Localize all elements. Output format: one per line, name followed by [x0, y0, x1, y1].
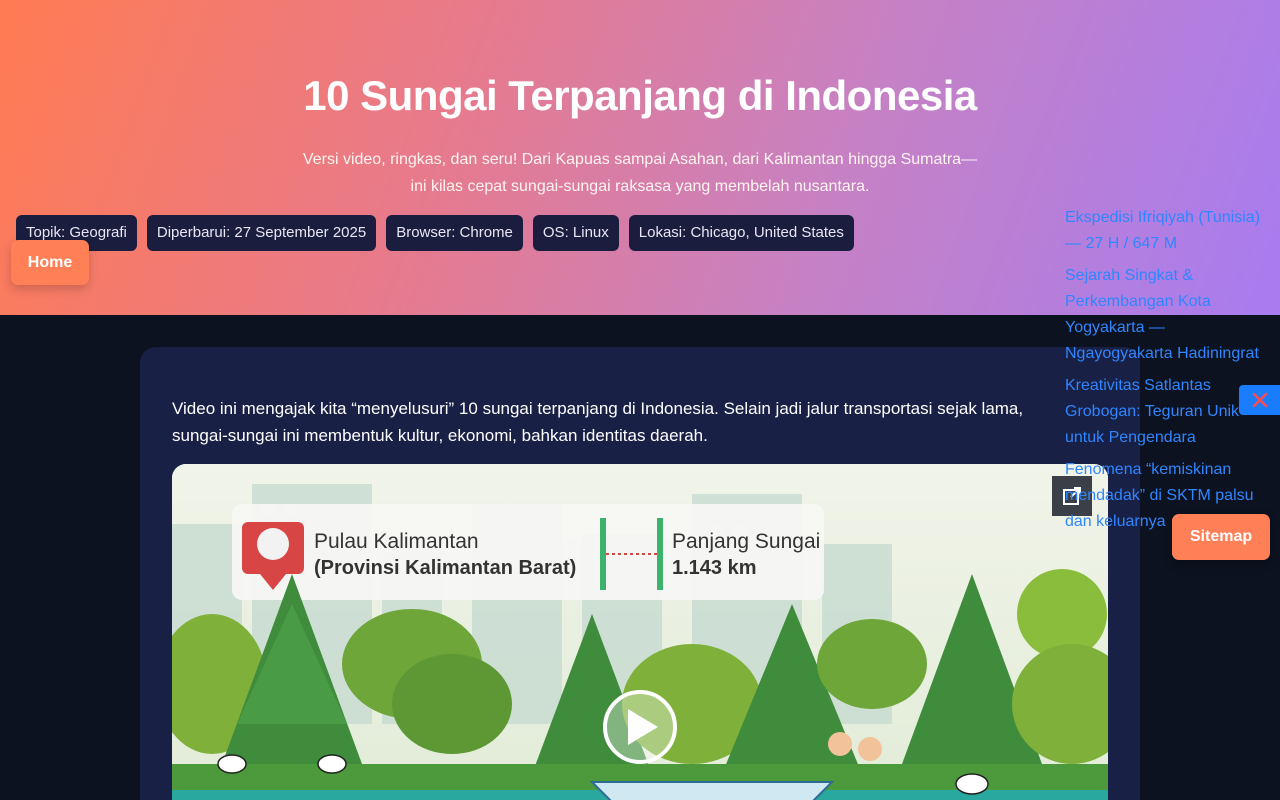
video-length-label: Panjang Sungai	[672, 530, 820, 553]
subtitle-line-1: Versi video, ringkas, dan seru! Dari Kap…	[302, 151, 978, 168]
related-link-2[interactable]: Sejarah Singkat & Perkembangan Kota Yogy…	[1065, 263, 1265, 367]
chip-updated: Diperbarui: 27 September 2025	[146, 215, 377, 251]
video-length-value: 1.143 km	[672, 557, 757, 579]
page-subtitle: Versi video, ringkas, dan seru! Dari Kap…	[290, 146, 990, 200]
meta-chips: Topik: Geografi Diperbarui: 27 September…	[16, 215, 854, 251]
video-island-line1: Pulau Kalimantan	[314, 530, 479, 553]
video-thumbnail: Pulau Kalimantan (Provinsi Kalimantan Ba…	[172, 464, 1108, 800]
related-links: Ekspedisi Ifriqiyah (Tunisia) — 27 H / 6…	[1065, 205, 1265, 541]
video-player[interactable]: Pulau Kalimantan (Provinsi Kalimantan Ba…	[172, 464, 1108, 800]
video-island-line2: (Provinsi Kalimantan Barat)	[314, 557, 576, 579]
related-link-3[interactable]: Kreativitas Satlantas Grobogan: Teguran …	[1065, 373, 1265, 451]
home-button[interactable]: Home	[11, 240, 89, 285]
related-link-1[interactable]: Ekspedisi Ifriqiyah (Tunisia) — 27 H / 6…	[1065, 205, 1265, 257]
chip-browser: Browser: Chrome	[386, 215, 523, 251]
close-button[interactable]	[1239, 385, 1280, 415]
sitemap-button[interactable]: Sitemap	[1172, 514, 1270, 560]
play-icon[interactable]	[603, 690, 677, 764]
chip-os: OS: Linux	[532, 215, 619, 251]
close-icon	[1252, 392, 1267, 408]
chip-location: Lokasi: Chicago, United States	[628, 215, 854, 251]
page-title: 10 Sungai Terpanjang di Indonesia	[303, 72, 977, 119]
article-intro: Video ini mengajak kita “menyelusuri” 10…	[172, 399, 1024, 445]
subtitle-line-2: ini kilas cepat sungai-sungai raksasa ya…	[410, 178, 870, 195]
